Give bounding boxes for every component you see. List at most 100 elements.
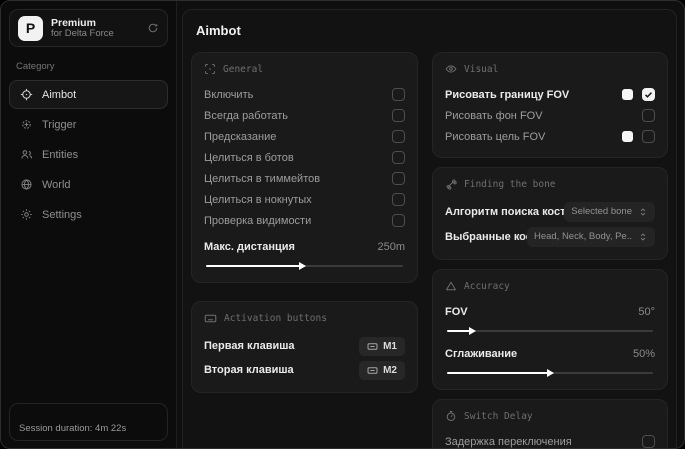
fov-background-checkbox[interactable]: [642, 109, 655, 122]
fov-label: FOV: [445, 305, 468, 318]
general-header: General: [204, 63, 405, 75]
toggle-label: Всегда работать: [204, 109, 289, 122]
switch-delay-checkbox[interactable]: [642, 435, 655, 448]
accuracy-header: Accuracy: [445, 280, 655, 292]
switch-delay-header-label: Switch Delay: [464, 410, 533, 422]
fov-border-color-swatch[interactable]: [622, 89, 633, 100]
stopwatch-icon: [445, 410, 457, 422]
target-knocked-checkbox[interactable]: [392, 193, 405, 206]
smoothing-value: 50%: [632, 347, 655, 360]
target-bots-checkbox[interactable]: [392, 151, 405, 164]
main-panel: Aimbot General Включить Всегда работать: [182, 9, 677, 448]
session-duration: Session duration: 4m 22s: [19, 423, 127, 434]
always-work-checkbox[interactable]: [392, 109, 405, 122]
toggle-label: Целиться в нокнутых: [204, 193, 312, 206]
prediction-checkbox[interactable]: [392, 130, 405, 143]
premium-card: P Premium for Delta Force: [9, 9, 168, 47]
page-title: Aimbot: [196, 23, 241, 38]
second-key-binding[interactable]: M2: [359, 360, 405, 380]
visibility-check-checkbox[interactable]: [392, 214, 405, 227]
bone-icon: [445, 178, 457, 190]
category-label: Category: [16, 61, 55, 72]
sidebar-item-settings[interactable]: Settings: [9, 200, 168, 229]
sidebar: P Premium for Delta Force Category Aimbo…: [1, 1, 177, 448]
bone-header: Finding the bone: [445, 178, 655, 190]
toggle-label: Предсказание: [204, 130, 277, 143]
max-distance-value: 250m: [377, 240, 405, 253]
toggle-row-target-teammates: Целиться в тиммейтов: [204, 168, 405, 189]
first-key-row: Первая клавиша M1: [204, 334, 405, 358]
target-teammates-checkbox[interactable]: [392, 172, 405, 185]
switch-delay-toggle-row: Задержка переключения: [445, 431, 655, 448]
scan-icon: [204, 63, 216, 75]
fov-border-checkbox[interactable]: [642, 88, 655, 101]
smoothing-label: Сглаживание: [445, 347, 518, 360]
selected-bones-select[interactable]: Head, Neck, Body, Pe..: [526, 226, 655, 247]
keyboard-icon: [204, 312, 217, 325]
activation-header: Activation buttons: [204, 312, 405, 325]
activation-card: Activation buttons Первая клавиша M1 Вто…: [191, 301, 418, 393]
toggle-row-visibility-check: Проверка видимости: [204, 210, 405, 231]
gear-icon: [20, 208, 33, 221]
crosshair-icon: [20, 88, 33, 101]
max-distance-slider[interactable]: [204, 260, 405, 272]
toggle-row-target-knocked: Целиться в нокнутых: [204, 189, 405, 210]
first-key-binding[interactable]: M1: [359, 336, 405, 356]
toggle-row-always-work: Всегда работать: [204, 105, 405, 126]
bone-algorithm-select[interactable]: Selected bone: [564, 201, 655, 222]
fov-slider[interactable]: [445, 325, 655, 337]
activation-header-label: Activation buttons: [224, 313, 327, 324]
smoothing-slider[interactable]: [445, 367, 655, 379]
bone-header-label: Finding the bone: [464, 178, 556, 190]
fov-background-label: Рисовать фон FOV: [445, 109, 543, 122]
sidebar-item-label: Aimbot: [42, 88, 77, 101]
key-value: M2: [383, 364, 397, 376]
fov-target-label: Рисовать цель FOV: [445, 130, 546, 143]
sidebar-item-label: Entities: [42, 148, 79, 161]
app-window: P Premium for Delta Force Category Aimbo…: [0, 0, 685, 449]
toggle-label: Проверка видимости: [204, 214, 312, 227]
keyboard-icon: [367, 341, 378, 352]
selected-value: Head, Neck, Body, Pe..: [533, 231, 632, 242]
keyboard-icon: [367, 365, 378, 376]
slider-fill: [447, 326, 477, 335]
fov-background-row: Рисовать фон FOV: [445, 105, 655, 126]
sidebar-item-world[interactable]: World: [9, 170, 168, 199]
fov-target-row: Рисовать цель FOV: [445, 126, 655, 147]
toggle-label: Включить: [204, 88, 254, 101]
slider-fill: [447, 368, 554, 377]
fov-border-row: Рисовать границу FOV: [445, 84, 655, 105]
fov-target-color-swatch[interactable]: [622, 131, 633, 142]
column-left: General Включить Всегда работать Предска…: [191, 52, 418, 448]
sidebar-item-trigger[interactable]: Trigger: [9, 110, 168, 139]
accuracy-card: Accuracy FOV 50° Сглаживание 50%: [432, 269, 668, 390]
sidebar-item-label: Settings: [42, 208, 82, 221]
sidebar-item-label: Trigger: [42, 118, 77, 131]
settings-columns: General Включить Всегда работать Предска…: [191, 52, 668, 448]
general-card: General Включить Всегда работать Предска…: [191, 52, 418, 283]
visual-card: Visual Рисовать границу FOV Рисовать фон…: [432, 52, 668, 158]
switch-delay-toggle-label: Задержка переключения: [445, 435, 572, 448]
second-key-row: Вторая клавиша M2: [204, 358, 405, 382]
bone-algorithm-row: Алгоритм поиска костей Selected bone: [445, 199, 655, 224]
sync-icon[interactable]: [147, 22, 159, 34]
sidebar-item-aimbot[interactable]: Aimbot: [9, 80, 168, 109]
fov-value: 50°: [638, 305, 655, 318]
unfold-icon: [638, 207, 648, 217]
enable-checkbox[interactable]: [392, 88, 405, 101]
visual-header: Visual: [445, 63, 655, 75]
general-header-label: General: [223, 63, 264, 75]
selected-value: Selected bone: [571, 206, 632, 217]
key-value: M1: [383, 340, 397, 352]
bone-algorithm-label: Алгоритм поиска костей: [445, 205, 564, 218]
max-distance-label: Макс. дистанция: [204, 240, 295, 253]
sidebar-item-entities[interactable]: Entities: [9, 140, 168, 169]
bone-card: Finding the bone Алгоритм поиска костей …: [432, 167, 668, 260]
toggle-row-prediction: Предсказание: [204, 126, 405, 147]
eye-icon: [445, 63, 457, 75]
visual-header-label: Visual: [464, 63, 499, 75]
accuracy-header-label: Accuracy: [464, 280, 510, 292]
fov-target-checkbox[interactable]: [642, 130, 655, 143]
toggle-row-enable: Включить: [204, 84, 405, 105]
slider-track: [447, 330, 653, 332]
